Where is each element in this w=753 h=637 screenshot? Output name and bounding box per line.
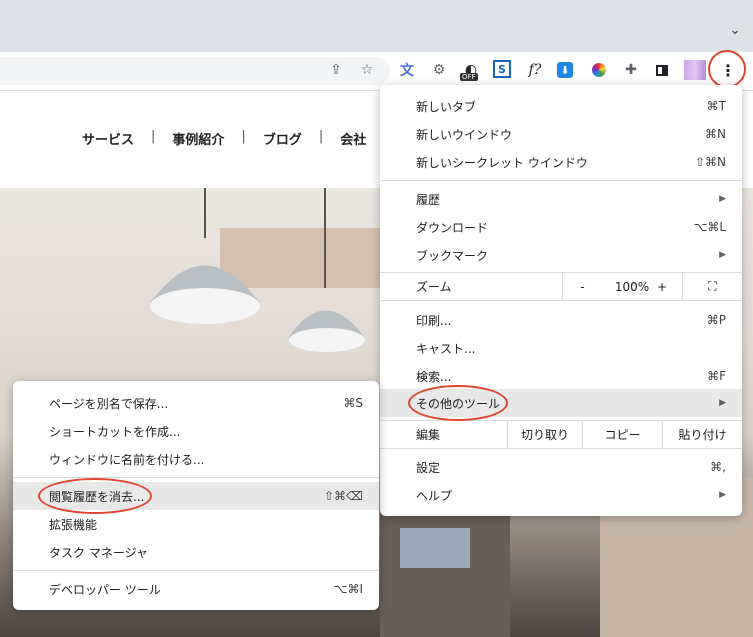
submenu-arrow-icon: ▶ (719, 490, 726, 500)
menu-item-label: 検索... (416, 369, 452, 384)
menu-item-label: 履歴 (416, 192, 441, 207)
shortcut-label: ⌘F (707, 369, 726, 383)
menu-item-label: キャスト... (416, 341, 476, 356)
chrome-main-menu: 新しいタブ ⌘T 新しいウインドウ ⌘N 新しいシークレット ウインドウ ⇧⌘N… (380, 85, 742, 516)
copy-button[interactable]: コピー (582, 421, 662, 448)
menu-item-label: ブックマーク (416, 248, 489, 263)
menu-item-new-window[interactable]: 新しいウインドウ ⌘N (380, 120, 742, 148)
menu-item-label: ウィンドウに名前を付ける... (49, 452, 205, 467)
cut-button[interactable]: 切り取り (507, 421, 582, 448)
chevron-down-icon[interactable]: ⌄ (729, 22, 741, 38)
menu-item-dev-tools[interactable]: デベロッパー ツール ⌥⌘I (13, 575, 379, 603)
menu-item-cast[interactable]: キャスト... (380, 334, 742, 362)
nav-company[interactable]: 会社 (340, 129, 366, 148)
menu-item-label: ヘルプ (416, 488, 453, 503)
gear-extension-icon[interactable]: ⚙ (429, 60, 449, 80)
menu-item-label: 設定 (416, 460, 441, 475)
shortcut-label: ⌘T (706, 99, 726, 113)
s-extension-icon[interactable]: S (493, 60, 511, 78)
shortcut-label: ⌘N (705, 127, 726, 141)
shortcut-label: ⌘S (343, 396, 363, 410)
shortcut-label: ⌥⌘L (693, 220, 726, 234)
menu-item-find[interactable]: 検索... ⌘F (380, 362, 742, 390)
color-wheel-icon[interactable] (589, 60, 609, 80)
zoom-in-button[interactable]: + (642, 273, 682, 300)
menu-item-help[interactable]: ヘルプ ▶ (380, 481, 742, 509)
menu-item-label: 新しいタブ (416, 99, 477, 114)
shortcut-label: ⇧⌘⌫ (323, 489, 363, 503)
menu-item-extensions[interactable]: 拡張機能 (13, 510, 379, 538)
menu-item-label: 印刷... (416, 313, 452, 328)
menu-item-label: ページを別名で保存... (49, 396, 169, 411)
menu-item-bookmarks[interactable]: ブックマーク ▶ (380, 241, 742, 269)
menu-item-clear-history[interactable]: 閲覧履歴を消去... ⇧⌘⌫ (13, 482, 379, 510)
shortcut-label: ⌥⌘I (333, 582, 363, 596)
nav-case-studies[interactable]: 事例紹介 (172, 129, 224, 148)
site-nav: サービス | 事例紹介 | ブログ | 会社 (82, 129, 366, 148)
off-badge: OFF (460, 73, 478, 81)
menu-item-label: デベロッパー ツール (49, 582, 161, 597)
menu-item-label: 拡張機能 (49, 517, 98, 532)
menu-item-save-page[interactable]: ページを別名で保存... ⌘S (13, 389, 379, 417)
shortcut-label: ⇧⌘N (694, 155, 726, 169)
menu-divider (380, 300, 742, 301)
menu-item-label: ダウンロード (416, 220, 489, 235)
nav-blog[interactable]: ブログ (263, 129, 302, 148)
menu-item-label: タスク マネージャ (49, 545, 148, 560)
more-tools-submenu: ページを別名で保存... ⌘S ショートカットを作成... ウィンドウに名前を付… (13, 381, 379, 610)
download-extension-icon[interactable]: ⬇ (557, 62, 573, 78)
sidepanel-icon[interactable] (652, 60, 672, 80)
menu-item-history[interactable]: 履歴 ▶ (380, 185, 742, 213)
menu-divider (380, 448, 742, 449)
fullscreen-icon[interactable]: ⛶ (682, 273, 742, 300)
menu-divider (13, 477, 379, 478)
menu-item-label: 新しいウインドウ (416, 127, 513, 142)
paste-button[interactable]: 貼り付け (662, 421, 742, 448)
menu-item-settings[interactable]: 設定 ⌘, (380, 453, 742, 481)
menu-item-new-tab[interactable]: 新しいタブ ⌘T (380, 92, 742, 120)
menu-item-label: 新しいシークレット ウインドウ (416, 155, 588, 170)
zoom-label: ズーム (416, 280, 452, 294)
nav-separator: | (241, 129, 246, 144)
menu-divider (13, 570, 379, 571)
menu-divider (380, 180, 742, 181)
menu-item-new-incognito[interactable]: 新しいシークレット ウインドウ ⇧⌘N (380, 148, 742, 176)
bookmark-star-icon[interactable]: ☆ (358, 61, 376, 79)
menu-item-label: ショートカットを作成... (49, 424, 181, 439)
off-extension-icon[interactable]: ◐ OFF (460, 60, 481, 81)
zoom-out-button[interactable]: - (562, 273, 602, 300)
menu-item-name-window[interactable]: ウィンドウに名前を付ける... (13, 445, 379, 473)
translate-icon[interactable]: 文 (397, 60, 417, 80)
nav-separator: | (151, 129, 156, 144)
menu-item-create-shortcut[interactable]: ショートカットを作成... (13, 417, 379, 445)
zoom-row: ズーム - 100% + ⛶ (380, 273, 742, 300)
shortcut-label: ⌘, (710, 460, 726, 474)
menu-item-label: その他のツール (416, 396, 501, 411)
menu-item-print[interactable]: 印刷... ⌘P (380, 306, 742, 334)
share-icon[interactable]: ⇪ (327, 61, 345, 79)
annotation-circle-menu (708, 50, 746, 88)
menu-item-downloads[interactable]: ダウンロード ⌥⌘L (380, 213, 742, 241)
edit-row: 編集 切り取り コピー 貼り付け (380, 421, 742, 448)
tab-strip: ⌄ (0, 0, 753, 52)
shortcut-label: ⌘P (706, 313, 726, 327)
profile-avatar[interactable] (683, 60, 707, 80)
menu-item-label: 閲覧履歴を消去... (49, 489, 145, 504)
submenu-arrow-icon: ▶ (719, 250, 726, 260)
function-extension-icon[interactable]: f? (525, 60, 545, 80)
submenu-arrow-icon: ▶ (719, 398, 726, 408)
nav-services[interactable]: サービス (82, 129, 134, 148)
nav-separator: | (318, 129, 324, 144)
menu-item-more-tools[interactable]: その他のツール ▶ (380, 389, 742, 417)
edit-label: 編集 (416, 428, 441, 442)
puzzle-icon[interactable]: ✚ (621, 60, 641, 80)
menu-item-task-manager[interactable]: タスク マネージャ (13, 538, 379, 566)
submenu-arrow-icon: ▶ (719, 194, 726, 204)
